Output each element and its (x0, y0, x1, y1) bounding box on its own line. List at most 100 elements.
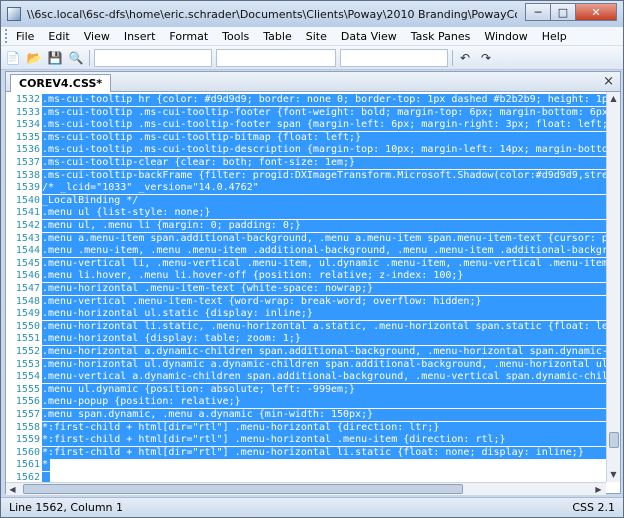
close-window-button[interactable]: ✕ (575, 3, 617, 21)
line-number: 1539 (15, 182, 40, 194)
code-line[interactable]: .ms-cui-tooltip .ms-cui-tooltip-footer s… (42, 119, 606, 132)
code-line[interactable]: _LocalBinding */ (42, 194, 606, 207)
line-number-gutter: 1532 1533 1534 1535 1536 1537 1538 1539 1540 1541… (6, 92, 42, 482)
vertical-scroll-thumb[interactable] (609, 432, 619, 448)
menu-view[interactable]: View (77, 27, 117, 46)
code-line[interactable]: .menu-horizontal .menu-item-text {white-… (42, 283, 606, 295)
undo-icon[interactable]: ↶ (456, 49, 474, 67)
code-editor[interactable]: 1532 1533 1534 1535 1536 1537 1538 1539 1540 1541… (6, 92, 606, 482)
code-line[interactable]: .menu .menu-item, .menu .menu-item .addi… (42, 245, 606, 258)
maximize-button[interactable]: □ (550, 3, 576, 21)
line-number: 1538 (15, 169, 40, 181)
horizontal-scrollbar[interactable]: ◀ ▶ (6, 482, 606, 495)
line-number: 1554 (15, 371, 40, 383)
code-line[interactable]: .menu li.hover, .menu li.hover-off {posi… (42, 270, 606, 283)
code-line[interactable]: .ms-cui-tooltip .ms-cui-tooltip-footer {… (42, 106, 606, 119)
status-bar: Line 1562, Column 1 CSS 2.1 (1, 497, 623, 517)
tab-strip: COREV4.CSS* × (6, 72, 620, 92)
code-line[interactable]: .menu-horizontal ul.static {display: inl… (42, 308, 606, 321)
size-select[interactable] (340, 48, 448, 67)
menu-task-panes[interactable]: Task Panes (404, 27, 478, 46)
open-folder-icon[interactable]: 📂 (25, 49, 43, 67)
menu-file[interactable]: File (9, 27, 41, 46)
code-line[interactable]: .menu-vertical .menu-item-text {word-wra… (42, 295, 606, 308)
line-number: 1534 (15, 119, 40, 131)
new-file-icon[interactable]: 📄 (4, 49, 22, 67)
window-title: \\6sc.local\6sc-dfs\home\eric.schrader\D… (27, 7, 517, 21)
line-number: 1543 (15, 232, 40, 244)
close-tab-icon[interactable]: × (603, 74, 614, 89)
tab-corev4-css[interactable]: COREV4.CSS* (10, 74, 112, 92)
toolbar-separator (89, 49, 90, 66)
line-number: 1558 (15, 421, 40, 433)
scroll-down-icon[interactable]: ▼ (607, 468, 620, 481)
code-line[interactable]: *:first-child + html[dir="rtl"] .menu-ho… (42, 446, 606, 459)
code-line[interactable]: .menu-popup {position: relative;} (42, 396, 606, 409)
line-number: 1533 (15, 106, 40, 118)
code-line[interactable]: .menu ul.dynamic {position: absolute; le… (42, 383, 606, 396)
line-number: 1532 (15, 94, 40, 105)
line-number: 1548 (15, 295, 40, 307)
menu-site[interactable]: Site (299, 27, 334, 46)
menu-help[interactable]: Help (535, 27, 574, 46)
line-number: 1544 (15, 245, 40, 257)
code-line[interactable]: *:first-child + html[dir="rtl"] .menu-ho… (42, 434, 606, 447)
toolbar: 📄 📂 💾 🔍 ↶ ↷ (1, 46, 623, 70)
save-icon[interactable]: 💾 (46, 49, 64, 67)
code-line[interactable]: .ms-cui-tooltip-clear {clear: both; font… (42, 157, 606, 169)
code-line[interactable]: .menu-horizontal {display: table; zoom: … (42, 333, 606, 346)
code-line[interactable]: .ms-cui-tooltip .ms-cui-tooltip-descript… (42, 144, 606, 157)
code-line[interactable]: .menu span.dynamic, .menu a.dynamic {min… (42, 409, 606, 421)
vertical-scrollbar[interactable]: ▲ ▼ (606, 92, 620, 482)
menu-edit[interactable]: Edit (41, 27, 76, 46)
font-select[interactable] (216, 48, 336, 67)
horizontal-scroll-thumb[interactable] (23, 484, 463, 494)
line-number: 1535 (15, 131, 40, 143)
scroll-left-icon[interactable]: ◀ (6, 483, 19, 496)
code-line[interactable]: *:first-child + html[dir="rtl"] .menu-ho… (42, 459, 50, 472)
editor-window: \\6sc.local\6sc-dfs\home\eric.schrader\D… (0, 0, 624, 518)
line-number: 1546 (15, 270, 40, 282)
code-line[interactable]: .ms-cui-tooltip .ms-cui-tooltip-bitmap {… (42, 131, 606, 144)
line-number: 1547 (15, 283, 40, 294)
line-number: 1537 (15, 157, 40, 168)
code-line[interactable]: .menu ul {list-style: none;} (42, 207, 606, 220)
code-line[interactable]: .ms-cui-tooltip-backFrame {filter: progi… (42, 169, 606, 182)
preview-icon[interactable]: 🔍 (67, 49, 85, 67)
title-bar[interactable]: \\6sc.local\6sc-dfs\home\eric.schrader\D… (1, 1, 623, 27)
code-line[interactable]: .menu-vertical li, .menu-vertical .menu-… (42, 257, 606, 270)
line-number: 1536 (15, 144, 40, 156)
line-number: 1561 (15, 459, 40, 471)
minimize-button[interactable]: ─ (525, 3, 551, 21)
line-number: 1540 (15, 194, 40, 206)
redo-icon[interactable]: ↷ (477, 49, 495, 67)
menu-table[interactable]: Table (256, 27, 298, 46)
code-line[interactable]: .menu-horizontal a.dynamic-children span… (42, 346, 606, 358)
menu-data-view[interactable]: Data View (334, 27, 404, 46)
line-number: 1560 (15, 446, 40, 458)
code-line[interactable]: .ms-cui-tooltip hr {color: #d9d9d9; bord… (42, 94, 606, 106)
code-line[interactable]: *:first-child + html[dir="rtl"] .menu-ho… (42, 421, 606, 434)
line-number: 1562 (15, 472, 40, 482)
code-line[interactable]: .menu-vertical a.dynamic-children span.a… (42, 371, 606, 384)
code-line[interactable]: .menu a.menu-item span.additional-backgr… (42, 232, 606, 245)
scroll-right-icon[interactable]: ▶ (592, 483, 605, 496)
style-select[interactable] (94, 48, 212, 67)
line-number: 1549 (15, 308, 40, 320)
code-line[interactable]: .menu-horizontal li.static, .menu-horizo… (42, 320, 606, 333)
code-line[interactable] (42, 472, 50, 482)
css-mode[interactable]: CSS 2.1 (572, 501, 615, 514)
line-number: 1553 (15, 358, 40, 370)
menu-tools[interactable]: Tools (215, 27, 256, 46)
menu-window[interactable]: Window (477, 27, 534, 46)
toolbar-separator (452, 49, 453, 66)
menu-bar: File Edit View Insert Format Tools Table… (1, 27, 623, 46)
cursor-position: Line 1562, Column 1 (9, 501, 124, 514)
line-number: 1551 (15, 333, 40, 345)
menu-insert[interactable]: Insert (117, 27, 163, 46)
code-line[interactable]: /* _lcid="1033" _version="14.0.4762" (42, 182, 606, 195)
code-line[interactable]: .menu ul, .menu li {margin: 0; padding: … (42, 220, 606, 232)
menu-format[interactable]: Format (162, 27, 215, 46)
code-line[interactable]: .menu-horizontal ul.dynamic a.dynamic-ch… (42, 358, 606, 371)
scroll-up-icon[interactable]: ▲ (607, 92, 620, 105)
